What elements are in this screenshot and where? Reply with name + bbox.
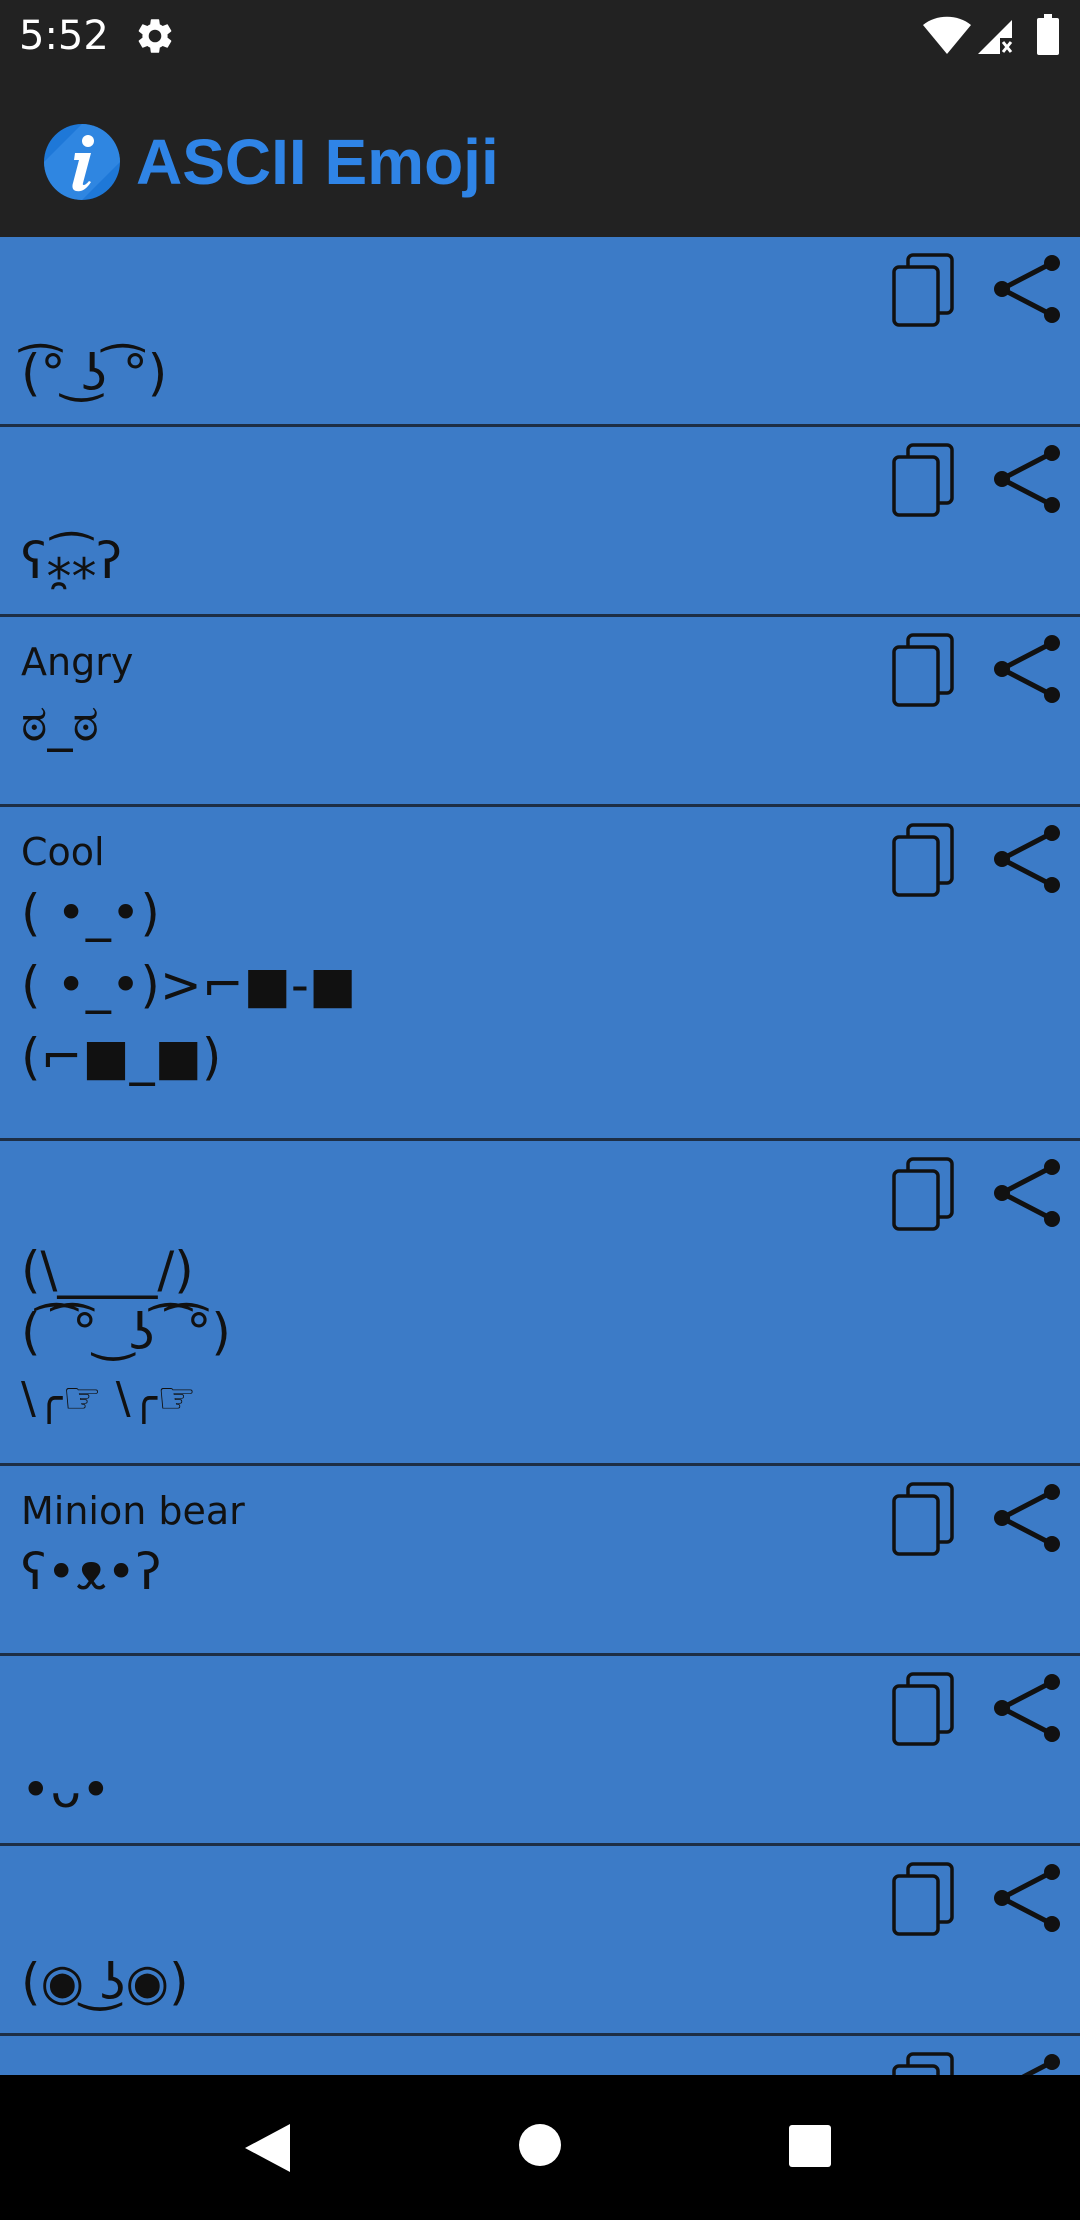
emoji-text: •ᴗ• — [21, 1761, 111, 1819]
settings-gear-icon — [138, 19, 172, 53]
emoji-text: (⌐■_■) — [21, 1028, 222, 1086]
share-icon[interactable] — [990, 1862, 1062, 1934]
home-icon[interactable] — [516, 2121, 564, 2169]
share-icon[interactable] — [990, 253, 1062, 325]
copy-icon[interactable] — [886, 1480, 958, 1558]
copy-icon[interactable] — [886, 1860, 958, 1938]
wifi-icon — [923, 16, 971, 54]
copy-icon[interactable] — [886, 441, 958, 519]
share-icon[interactable] — [990, 1157, 1062, 1229]
back-icon[interactable] — [240, 2118, 300, 2178]
emoji-text: ಠ_ಠ — [21, 694, 99, 752]
cell-signal-icon — [978, 20, 1013, 54]
share-icon[interactable] — [990, 1482, 1062, 1554]
status-bar: 5:52 — [0, 0, 1080, 72]
share-icon[interactable] — [990, 823, 1062, 895]
card-lines: •ᴗ• — [21, 1754, 111, 1826]
card-title: Cool — [21, 830, 105, 874]
emoji-text: ʕ•ᴥ•ʔ — [21, 1543, 162, 1601]
emoji-card: Cool ( •_•) ( •_•)>⌐■-■ (⌐■_■) — [0, 807, 1080, 1141]
copy-icon[interactable] — [886, 631, 958, 709]
emoji-text: ( •_•)>⌐■-■ — [21, 956, 357, 1014]
emoji-card: •ᴗ• — [0, 1656, 1080, 1846]
copy-icon[interactable] — [886, 1670, 958, 1748]
emoji-card — [0, 2036, 1080, 2075]
emoji-card: (\____/) ( ͡ ͡° ͜ ʖ ͡ ͡°) \╭☞ \╭☞ — [0, 1141, 1080, 1466]
card-title: Minion bear — [21, 1489, 245, 1533]
emoji-text: \╭☞ \╭☞ — [21, 1373, 197, 1424]
recents-icon[interactable] — [786, 2122, 834, 2170]
card-lines: (͡° ͜ʖ ͡°) — [21, 337, 167, 409]
emoji-card: (◉ ͜ʖ◉) — [0, 1846, 1080, 2036]
app-title: ASCII Emoji — [136, 126, 499, 198]
share-icon[interactable] — [990, 1672, 1062, 1744]
emoji-text: (\____/) — [21, 1241, 194, 1299]
card-lines: ʕ•ᴥ•ʔ — [21, 1536, 161, 1608]
emoji-list[interactable]: (͡° ͜ʖ ͡°) ʕ⁎̯͡⁎ʔ Angry ಠ_ಠ Cool (•_•) … — [0, 237, 1080, 2075]
copy-icon[interactable] — [886, 1155, 958, 1233]
app-bar: ASCII Emoji — [0, 72, 1080, 237]
emoji-text: ( ͡ ͡° ͜ ʖ ͡ ͡°) — [21, 1303, 231, 1361]
card-lines: ( •_•) ( •_•)>⌐■-■ (⌐■_■) — [21, 877, 356, 1093]
emoji-card: ʕ⁎̯͡⁎ʔ — [0, 427, 1080, 617]
card-lines: (◉ ͜ʖ◉) — [21, 1946, 189, 2018]
info-icon — [44, 124, 120, 200]
card-lines: (\____/) ( ͡ ͡° ͜ ʖ ͡ ͡°) \╭☞ \╭☞ — [21, 1239, 231, 1435]
share-icon[interactable] — [990, 633, 1062, 705]
copy-icon[interactable] — [886, 821, 958, 899]
share-icon[interactable] — [990, 443, 1062, 515]
copy-icon[interactable] — [886, 251, 958, 329]
emoji-text: (◉ ͜ʖ◉) — [21, 1953, 189, 2011]
emoji-text: ʕ⁎̯͡⁎ʔ — [21, 532, 123, 590]
emoji-card: Angry ಠ_ಠ — [0, 617, 1080, 807]
card-title: Angry — [21, 640, 134, 684]
card-lines: ಠ_ಠ — [21, 687, 99, 759]
status-time: 5:52 — [19, 13, 109, 59]
copy-icon[interactable] — [886, 2050, 958, 2075]
emoji-card: Minion bear ʕ•ᴥ•ʔ — [0, 1466, 1080, 1656]
card-lines: ʕ⁎̯͡⁎ʔ — [21, 525, 122, 597]
emoji-text: (͡° ͜ʖ ͡°) — [21, 344, 168, 402]
system-nav-bar — [0, 2075, 1080, 2220]
emoji-card: (͡° ͜ʖ ͡°) — [0, 237, 1080, 427]
share-icon[interactable] — [990, 2052, 1062, 2075]
battery-icon — [1037, 14, 1059, 55]
emoji-text: ( •_•) — [21, 884, 160, 942]
